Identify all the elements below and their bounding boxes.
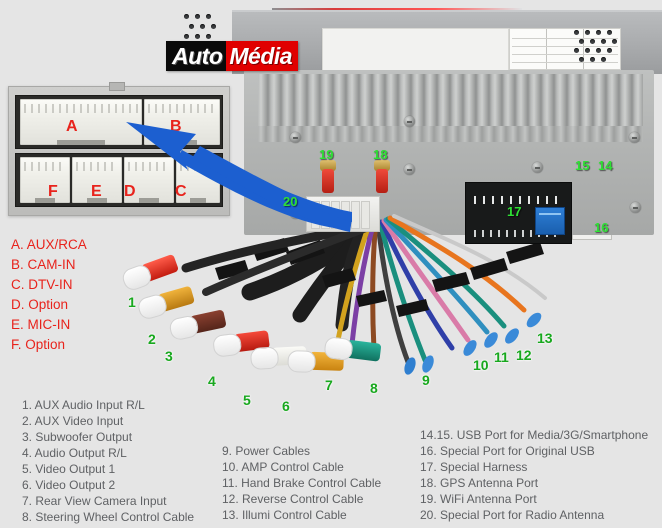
vent-holes-right: [572, 28, 632, 66]
legend-item-4: E. MIC-IN: [11, 317, 71, 332]
screw-icon: [532, 162, 543, 173]
heatsink-fins: [258, 74, 643, 126]
panel-latch: [109, 82, 125, 91]
diagram-canvas: ABCDEF Auto Média 1 2 3 4 5 6 7 8 9 10 11 12 13 14 15…: [0, 0, 662, 528]
cable-number-9: 9: [422, 372, 430, 388]
list-item: 6. Video Output 2: [22, 478, 116, 492]
brand-logo: Auto Média: [166, 41, 299, 71]
legend-item-2: C. DTV-IN: [11, 277, 73, 292]
list-item: 19. WiFi Antenna Port: [420, 492, 537, 506]
list-item: 13. Illumi Control Cable: [222, 508, 347, 522]
panel-label-e: E: [91, 183, 102, 200]
cable-number-7: 7: [325, 377, 333, 393]
list-item: 18. GPS Antenna Port: [420, 476, 539, 490]
list-item: 7. Rear View Camera Input: [22, 494, 167, 508]
panel-label-b: B: [170, 118, 182, 135]
list-item: 4. Audio Output R/L: [22, 446, 127, 460]
gps-antenna-port: [372, 160, 392, 194]
heatsink-fins-lower: [258, 126, 643, 142]
connector-legend: A. AUX/RCA B. CAM-IN C. DTV-IN D. Option E. …: [11, 235, 87, 355]
wifi-antenna-port: [318, 160, 338, 194]
connector-panel-photo: [8, 82, 230, 216]
device-number-18: 18: [373, 147, 388, 162]
legend-item-5: F. Option: [11, 337, 66, 352]
cable-number-10: 10: [473, 357, 489, 373]
panel-label-d: D: [124, 183, 136, 200]
white-connector-block: [306, 196, 380, 232]
cable-number-6: 6: [282, 398, 290, 414]
device-number-20: 20: [283, 194, 298, 209]
cable-number-8: 8: [370, 380, 378, 396]
list-item: 14.15. USB Port for Media/3G/Smartphone: [420, 428, 649, 442]
cable-number-13: 13: [537, 330, 553, 346]
panel-label-a: A: [66, 118, 78, 135]
panel-label-c: C: [175, 183, 187, 200]
connector-slot-f: [20, 157, 70, 203]
list-item: 11. Hand Brake Control Cable: [222, 476, 382, 490]
device-number-16: 16: [594, 220, 609, 235]
logo-text-media: Média: [226, 41, 299, 71]
list-item: 20. Special Port for Radio Antenna: [420, 508, 605, 522]
screw-icon: [404, 164, 415, 175]
list-item: 10. AMP Control Cable: [222, 460, 344, 474]
screw-icon: [630, 202, 641, 213]
connector-slot-b: [144, 99, 220, 145]
screw-icon: [290, 132, 301, 143]
connector-row-bottom: [15, 153, 223, 207]
blue-fuse-chip: [535, 207, 565, 235]
description-list-column-3: 14.15. USB Port for Media/3G/Smartphone 1…: [420, 427, 648, 523]
screw-icon: [629, 132, 640, 143]
cable-number-3: 3: [165, 348, 173, 364]
list-item: 8. Steering Wheel Control Cable: [22, 510, 195, 524]
list-item: 1. AUX Audio Input R/L: [22, 398, 145, 412]
list-item: 12. Reverse Control Cable: [222, 492, 364, 506]
list-item: 9. Power Cables: [222, 444, 311, 458]
cable-number-5: 5: [243, 392, 251, 408]
connector-slot-a: [20, 99, 142, 145]
list-item: 2. AUX Video Input: [22, 414, 124, 428]
panel-label-f: F: [48, 183, 58, 200]
list-item: 16. Special Port for Original USB: [420, 444, 595, 458]
connector-row-top: [15, 95, 223, 149]
cable-number-2: 2: [148, 331, 156, 347]
legend-item-0: A. AUX/RCA: [11, 237, 87, 252]
device-number-15: 15: [575, 158, 590, 173]
list-item: 5. Video Output 1: [22, 462, 116, 476]
description-list-column-1: 1. AUX Audio Input R/L 2. AUX Video Input…: [22, 397, 194, 525]
cable-number-1: 1: [128, 294, 136, 310]
screw-icon: [404, 116, 415, 127]
cable-number-12: 12: [516, 347, 532, 363]
logo-text-auto: Auto: [166, 41, 227, 71]
list-item: 17. Special Harness: [420, 460, 528, 474]
device-number-17: 17: [507, 204, 522, 219]
device-number-19: 19: [319, 147, 334, 162]
legend-item-1: B. CAM-IN: [11, 257, 76, 272]
cable-number-11: 11: [494, 349, 509, 365]
legend-item-3: D. Option: [11, 297, 69, 312]
cable-number-4: 4: [208, 373, 216, 389]
screw-icon: [290, 208, 301, 219]
list-item: 3. Subwoofer Output: [22, 430, 133, 444]
device-number-14: 14: [598, 158, 613, 173]
description-list-column-2: 9. Power Cables 10. AMP Control Cable 11. …: [222, 443, 381, 523]
